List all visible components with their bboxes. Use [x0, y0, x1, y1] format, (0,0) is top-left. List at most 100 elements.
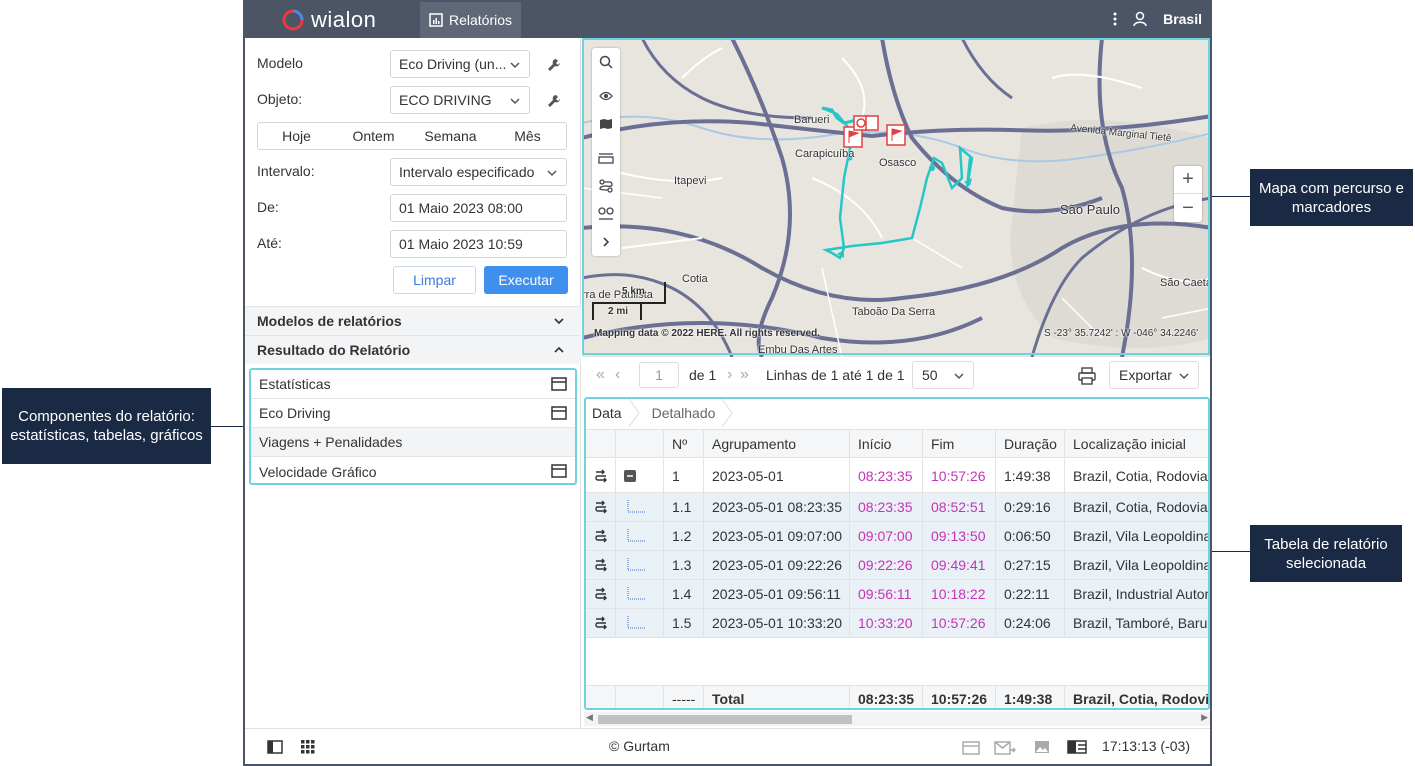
chevron-down-icon — [510, 62, 520, 69]
chevron-down-icon — [1179, 373, 1189, 380]
scroll-left-icon[interactable]: ◀ — [586, 712, 593, 723]
map-visibility-button[interactable] — [592, 82, 620, 110]
notifications-icon[interactable] — [962, 741, 980, 755]
track-icon[interactable] — [594, 587, 608, 601]
track-icon[interactable] — [594, 500, 608, 514]
period-week[interactable]: Semana — [412, 123, 489, 149]
section-templates[interactable]: Modelos de relatórios — [245, 306, 581, 335]
messages-icon[interactable] — [994, 741, 1016, 755]
horizontal-scrollbar[interactable]: ◀ ▶ — [584, 712, 1210, 726]
chevron-up-icon — [554, 346, 564, 353]
scroll-right-icon[interactable]: ▶ — [1201, 712, 1208, 723]
track-icon[interactable] — [594, 558, 608, 572]
map-label: Itapevi — [674, 175, 707, 187]
zoom-in-button[interactable]: + — [1174, 166, 1202, 194]
map-ruler-button[interactable] — [592, 144, 620, 172]
expand-cell[interactable] — [616, 459, 664, 492]
track-icon[interactable] — [594, 529, 608, 543]
period-month[interactable]: Mês — [489, 123, 566, 149]
crumb-data[interactable]: Data — [586, 399, 640, 427]
table-row[interactable]: 1.4 2023-05-01 09:56:11 09:56:11 10:18:22 0:… — [586, 580, 1208, 609]
apps-grid-icon[interactable] — [301, 740, 315, 754]
cell-grouping: 2023-05-01 09:22:26 — [704, 551, 850, 579]
col-duration[interactable]: Duração — [996, 430, 1065, 457]
panel-toggle-icon[interactable] — [267, 740, 283, 754]
table-row[interactable]: 1.5 2023-05-01 10:33:20 10:33:20 10:57:26 0:… — [586, 609, 1208, 638]
component-statistics[interactable]: Estatísticas — [251, 370, 575, 399]
table-header-row: Nº Agrupamento Início Fim Duração Locali… — [586, 429, 1208, 458]
tree-line-icon — [627, 558, 646, 571]
user-icon[interactable] — [1131, 10, 1149, 28]
table-row[interactable]: 1 2023-05-01 08:23:35 10:57:26 1:49:38 Brazil… — [586, 459, 1208, 493]
execute-button[interactable]: Executar — [484, 266, 568, 294]
cell-end: 08:52:51 — [923, 493, 996, 521]
map[interactable]: Barueri Carapicuíba Osasco Itapevi São P… — [582, 38, 1210, 357]
from-date-input[interactable]: 01 Maio 2023 08:00 — [390, 194, 567, 222]
component-speed-chart[interactable]: Velocidade Gráfico — [251, 457, 575, 486]
period-yesterday[interactable]: Ontem — [335, 123, 412, 149]
zoom-out-button[interactable]: − — [1174, 194, 1202, 222]
wrench-icon[interactable] — [547, 94, 561, 108]
track-cell[interactable] — [586, 551, 616, 579]
section-result[interactable]: Resultado do Relatório — [245, 335, 581, 364]
image-icon[interactable] — [1034, 740, 1050, 754]
track-cell[interactable] — [586, 493, 616, 521]
col-start-location[interactable]: Localização inicial — [1065, 430, 1208, 457]
layout-icon[interactable] — [1067, 740, 1087, 754]
page-input[interactable]: 1 — [639, 362, 679, 388]
component-trips-penalties[interactable]: Viagens + Penalidades — [251, 428, 575, 457]
tab-reports[interactable]: Relatórios — [420, 2, 521, 38]
clear-button[interactable]: Limpar — [393, 266, 476, 294]
last-page-icon[interactable]: » — [740, 366, 749, 384]
track-cell[interactable] — [586, 522, 616, 550]
first-page-icon[interactable]: « — [596, 366, 605, 384]
col-grouping[interactable]: Agrupamento — [704, 430, 850, 457]
logo: wialon — [281, 7, 376, 33]
table-row[interactable]: 1.1 2023-05-01 08:23:35 08:23:35 08:52:51 0:… — [586, 493, 1208, 522]
cell-start-location: Brazil, Tamboré, Barue — [1065, 609, 1208, 637]
total-duration: 1:49:38 — [996, 686, 1065, 708]
table-row[interactable]: 1.2 2023-05-01 09:07:00 09:07:00 09:13:50 0:… — [586, 522, 1208, 551]
table-row[interactable]: 1.3 2023-05-01 09:22:26 09:22:26 09:49:41 0:… — [586, 551, 1208, 580]
track-cell[interactable] — [586, 459, 616, 492]
more-vertical-icon[interactable] — [1113, 12, 1117, 26]
period-today[interactable]: Hoje — [258, 123, 335, 149]
map-route-button[interactable] — [592, 172, 620, 200]
user-name[interactable]: Brasil — [1163, 11, 1202, 27]
table-icon[interactable] — [551, 377, 567, 391]
component-eco-driving[interactable]: Eco Driving — [251, 399, 575, 428]
cell-start: 09:07:00 — [850, 522, 923, 550]
next-page-icon[interactable]: › — [727, 366, 732, 384]
footer: © Gurtam 17:13:13 (-03) — [245, 728, 1210, 764]
cell-start: 08:23:35 — [850, 459, 923, 492]
track-icon[interactable] — [594, 469, 608, 483]
track-cell[interactable] — [586, 609, 616, 637]
map-expand-button[interactable] — [592, 228, 620, 256]
col-number[interactable]: Nº — [664, 430, 704, 457]
collapse-icon[interactable] — [624, 469, 636, 482]
crumb-detailed[interactable]: Detalhado — [640, 399, 734, 427]
cell-duration: 0:24:06 — [996, 609, 1065, 637]
cell-grouping: 2023-05-01 09:07:00 — [704, 522, 850, 550]
print-icon[interactable] — [1078, 367, 1096, 385]
object-select[interactable]: ECO DRIVING — [390, 86, 530, 114]
col-end[interactable]: Fim — [923, 430, 996, 457]
map-layers-button[interactable] — [592, 110, 620, 138]
tab-reports-label: Relatórios — [449, 12, 513, 28]
col-start[interactable]: Início — [850, 430, 923, 457]
track-cell[interactable] — [586, 580, 616, 608]
map-geofence-button[interactable] — [592, 200, 620, 228]
wrench-icon[interactable] — [547, 58, 561, 72]
table-icon[interactable] — [551, 464, 567, 478]
prev-page-icon[interactable]: ‹ — [615, 366, 620, 384]
page-count: de 1 — [689, 367, 717, 383]
scrollbar-thumb[interactable] — [598, 715, 852, 724]
export-button[interactable]: Exportar — [1109, 361, 1199, 389]
track-icon[interactable] — [594, 616, 608, 630]
map-search-button[interactable] — [592, 48, 620, 76]
to-date-input[interactable]: 01 Maio 2023 10:59 — [390, 230, 567, 258]
rows-per-page-select[interactable]: 50 — [912, 361, 974, 389]
interval-select[interactable]: Intervalo especificado — [390, 158, 567, 186]
table-icon[interactable] — [551, 406, 567, 420]
model-select[interactable]: Eco Driving (un... — [390, 50, 530, 78]
